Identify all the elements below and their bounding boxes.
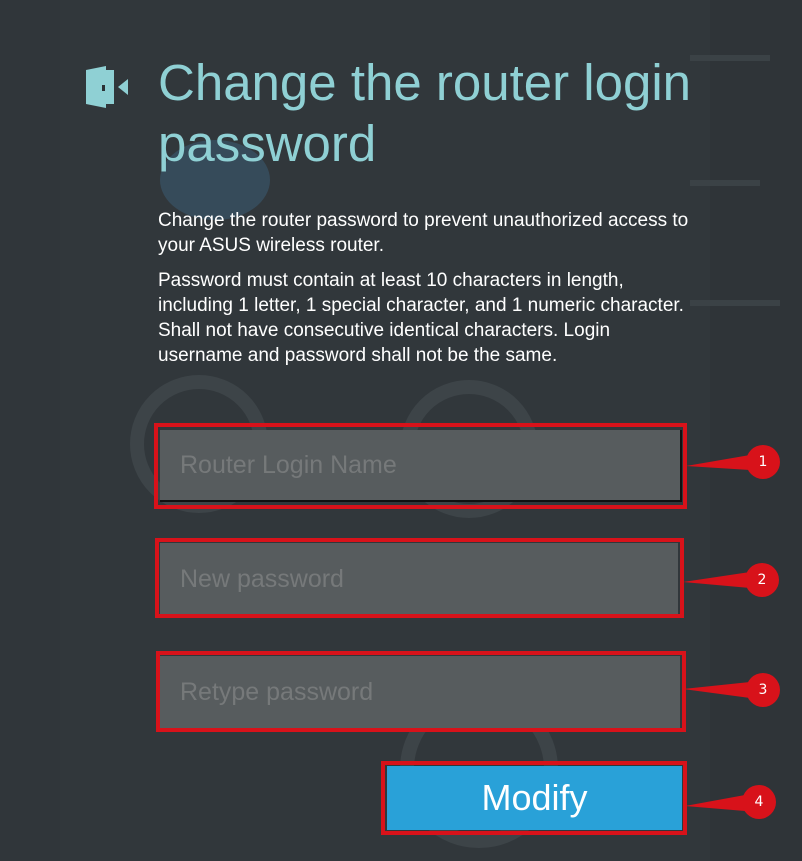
retype-password-input[interactable]: [160, 656, 680, 728]
modify-button[interactable]: Modify: [387, 766, 682, 830]
description-text: Change the router password to prevent un…: [158, 210, 689, 256]
callout-number-1: 1: [758, 454, 768, 470]
callout-number-4: 4: [754, 794, 764, 810]
new-password-input[interactable]: [160, 543, 678, 615]
callout-number-2: 2: [757, 572, 767, 588]
callout-number-3: 3: [758, 682, 768, 698]
router-login-name-input[interactable]: [160, 430, 682, 502]
password-rules-text: Password must contain at least 10 charac…: [158, 270, 684, 366]
door-exit-icon: [86, 66, 128, 108]
page-title: Change the router login password: [158, 54, 692, 172]
